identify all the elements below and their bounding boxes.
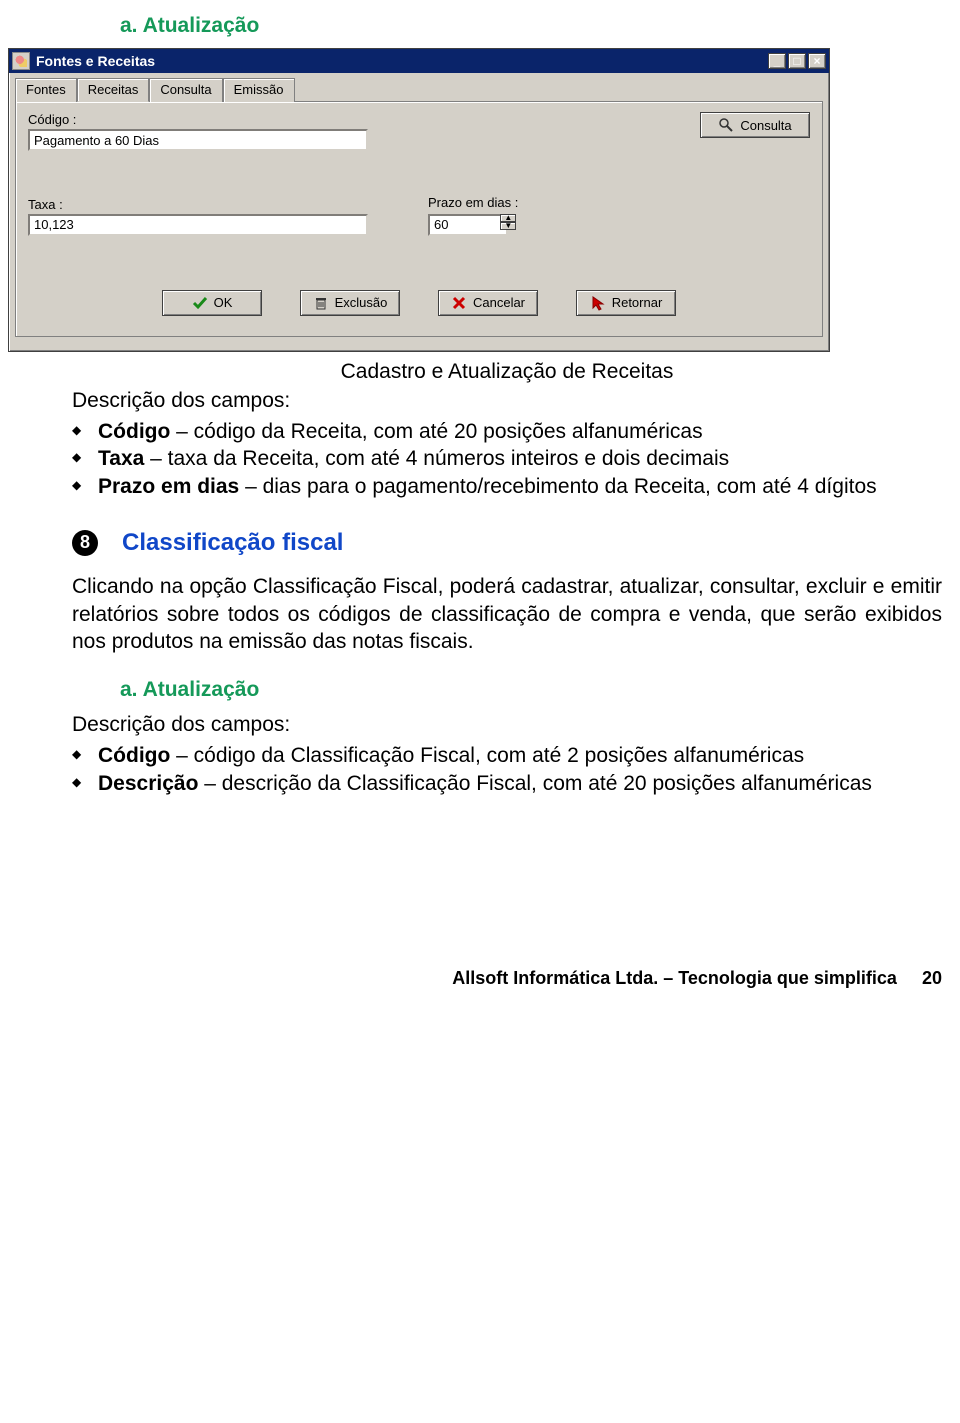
exclusao-button[interactable]: Exclusão <box>300 290 400 316</box>
spin-down[interactable]: ▼ <box>500 222 516 230</box>
app-icon <box>12 52 30 70</box>
minimize-button[interactable]: _ <box>768 53 786 69</box>
ok-button[interactable]: OK <box>162 290 262 316</box>
input-prazo[interactable] <box>428 214 508 236</box>
consulta-button[interactable]: Consulta <box>700 112 810 138</box>
desc-campos-2: Descrição dos campos: <box>72 712 942 738</box>
cancelar-button-label: Cancelar <box>473 295 525 310</box>
list-item: ◆Taxa – taxa da Receita, com até 4 númer… <box>72 445 942 473</box>
window-title: Fontes e Receitas <box>36 53 768 69</box>
retornar-button-label: Retornar <box>612 295 663 310</box>
pointer-icon <box>590 295 606 311</box>
desc-campos-1: Descrição dos campos: <box>72 388 942 414</box>
list-item: ◆Descrição – descrição da Classificação … <box>72 770 942 798</box>
list-item: ◆Código – código da Classificação Fiscal… <box>72 742 942 770</box>
close-button[interactable]: × <box>808 53 826 69</box>
check-icon <box>192 295 208 311</box>
tab-emissao[interactable]: Emissão <box>223 78 295 102</box>
trash-icon <box>313 295 329 311</box>
bullets-1: ◆Código – código da Receita, com até 20 … <box>72 418 942 501</box>
tab-strip: Fontes Receitas Consulta Emissão <box>15 77 823 101</box>
list-item: ◆Código – código da Receita, com até 20 … <box>72 418 942 446</box>
cancelar-button[interactable]: Cancelar <box>438 290 538 316</box>
tab-fontes[interactable]: Fontes <box>15 78 77 102</box>
tab-consulta[interactable]: Consulta <box>149 78 222 102</box>
consulta-button-label: Consulta <box>740 118 791 133</box>
label-prazo: Prazo em dias : <box>428 195 518 210</box>
input-taxa[interactable] <box>28 214 368 236</box>
titlebar: Fontes e Receitas _ □ × <box>9 49 829 73</box>
retornar-button[interactable]: Retornar <box>576 290 676 316</box>
paragraph-classificacao: Clicando na opção Classificação Fiscal, … <box>72 573 942 656</box>
x-icon <box>451 295 467 311</box>
heading-atualizacao-1: a. Atualização <box>120 14 942 38</box>
section-number-8: 8 <box>72 530 98 556</box>
tab-panel-receitas: Código : Consulta Taxa : Prazo em dias : <box>15 101 823 337</box>
footer-page: 20 <box>922 968 942 988</box>
window-fontes-receitas: Fontes e Receitas _ □ × Fontes Receitas … <box>8 48 830 352</box>
label-taxa: Taxa : <box>28 197 368 212</box>
label-codigo: Código : <box>28 112 680 127</box>
list-item: ◆Prazo em dias – dias para o pagamento/r… <box>72 473 942 501</box>
exclusao-button-label: Exclusão <box>335 295 388 310</box>
figure-caption: Cadastro e Atualização de Receitas <box>72 360 942 384</box>
input-codigo[interactable] <box>28 129 368 151</box>
maximize-button[interactable]: □ <box>788 53 806 69</box>
footer-company: Allsoft Informática Ltda. – Tecnologia q… <box>452 968 897 988</box>
ok-button-label: OK <box>214 295 233 310</box>
heading-classificacao-fiscal: Classificação fiscal <box>122 529 343 557</box>
tab-receitas[interactable]: Receitas <box>77 78 150 102</box>
page-footer: Allsoft Informática Ltda. – Tecnologia q… <box>0 968 960 989</box>
heading-atualizacao-2: a. Atualização <box>120 678 942 702</box>
bullets-2: ◆Código – código da Classificação Fiscal… <box>72 742 942 797</box>
magnifier-icon <box>718 117 734 133</box>
